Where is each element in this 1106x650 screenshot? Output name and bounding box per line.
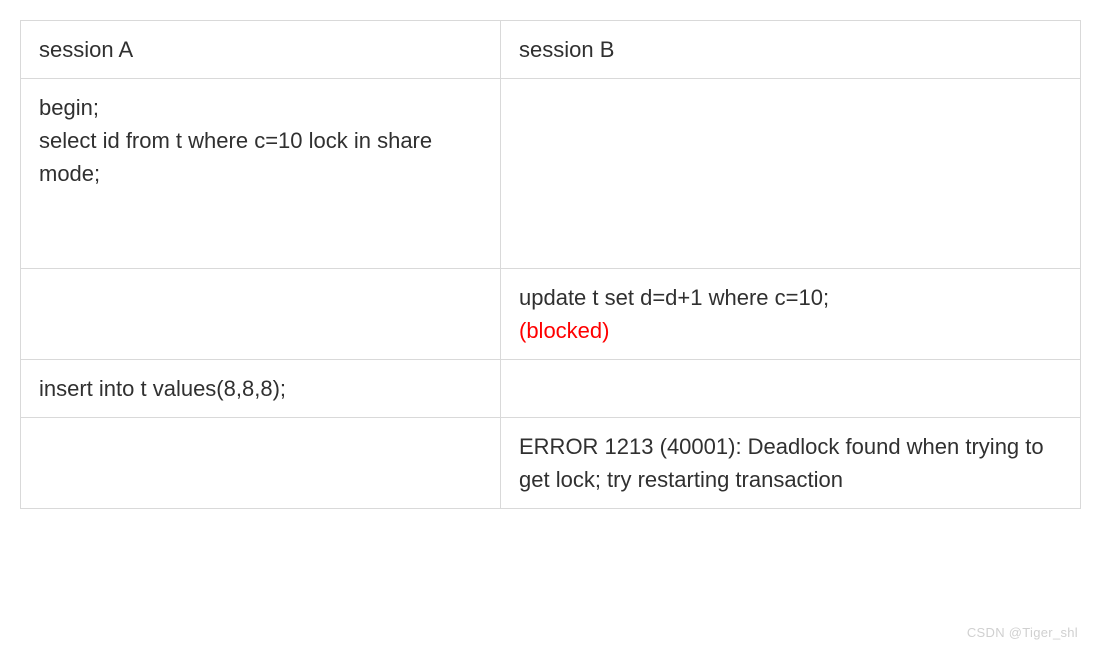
cell-session-a-step3: insert into t values(8,8,8); [21,360,501,418]
cell-session-a-step2 [21,269,501,360]
session-comparison-table: session A session B begin; select id fro… [20,20,1081,509]
header-session-b: session B [501,21,1081,79]
table-row: begin; select id from t where c=10 lock … [21,79,1081,269]
sql-select-lock: select id from t where c=10 lock in shar… [39,128,432,186]
table-row: update t set d=d+1 where c=10; (blocked) [21,269,1081,360]
header-session-a: session A [21,21,501,79]
sql-begin: begin; [39,95,99,120]
table-row: ERROR 1213 (40001): Deadlock found when … [21,418,1081,509]
cell-session-a-step1: begin; select id from t where c=10 lock … [21,79,501,269]
cell-session-b-step1 [501,79,1081,269]
cell-session-b-step4: ERROR 1213 (40001): Deadlock found when … [501,418,1081,509]
cell-session-a-step4 [21,418,501,509]
cell-session-b-step2: update t set d=d+1 where c=10; (blocked) [501,269,1081,360]
blocked-status: (blocked) [519,318,609,343]
sql-update: update t set d=d+1 where c=10; [519,285,829,310]
table-header-row: session A session B [21,21,1081,79]
table-row: insert into t values(8,8,8); [21,360,1081,418]
cell-session-b-step3 [501,360,1081,418]
watermark-text: CSDN @Tiger_shl [967,623,1078,643]
